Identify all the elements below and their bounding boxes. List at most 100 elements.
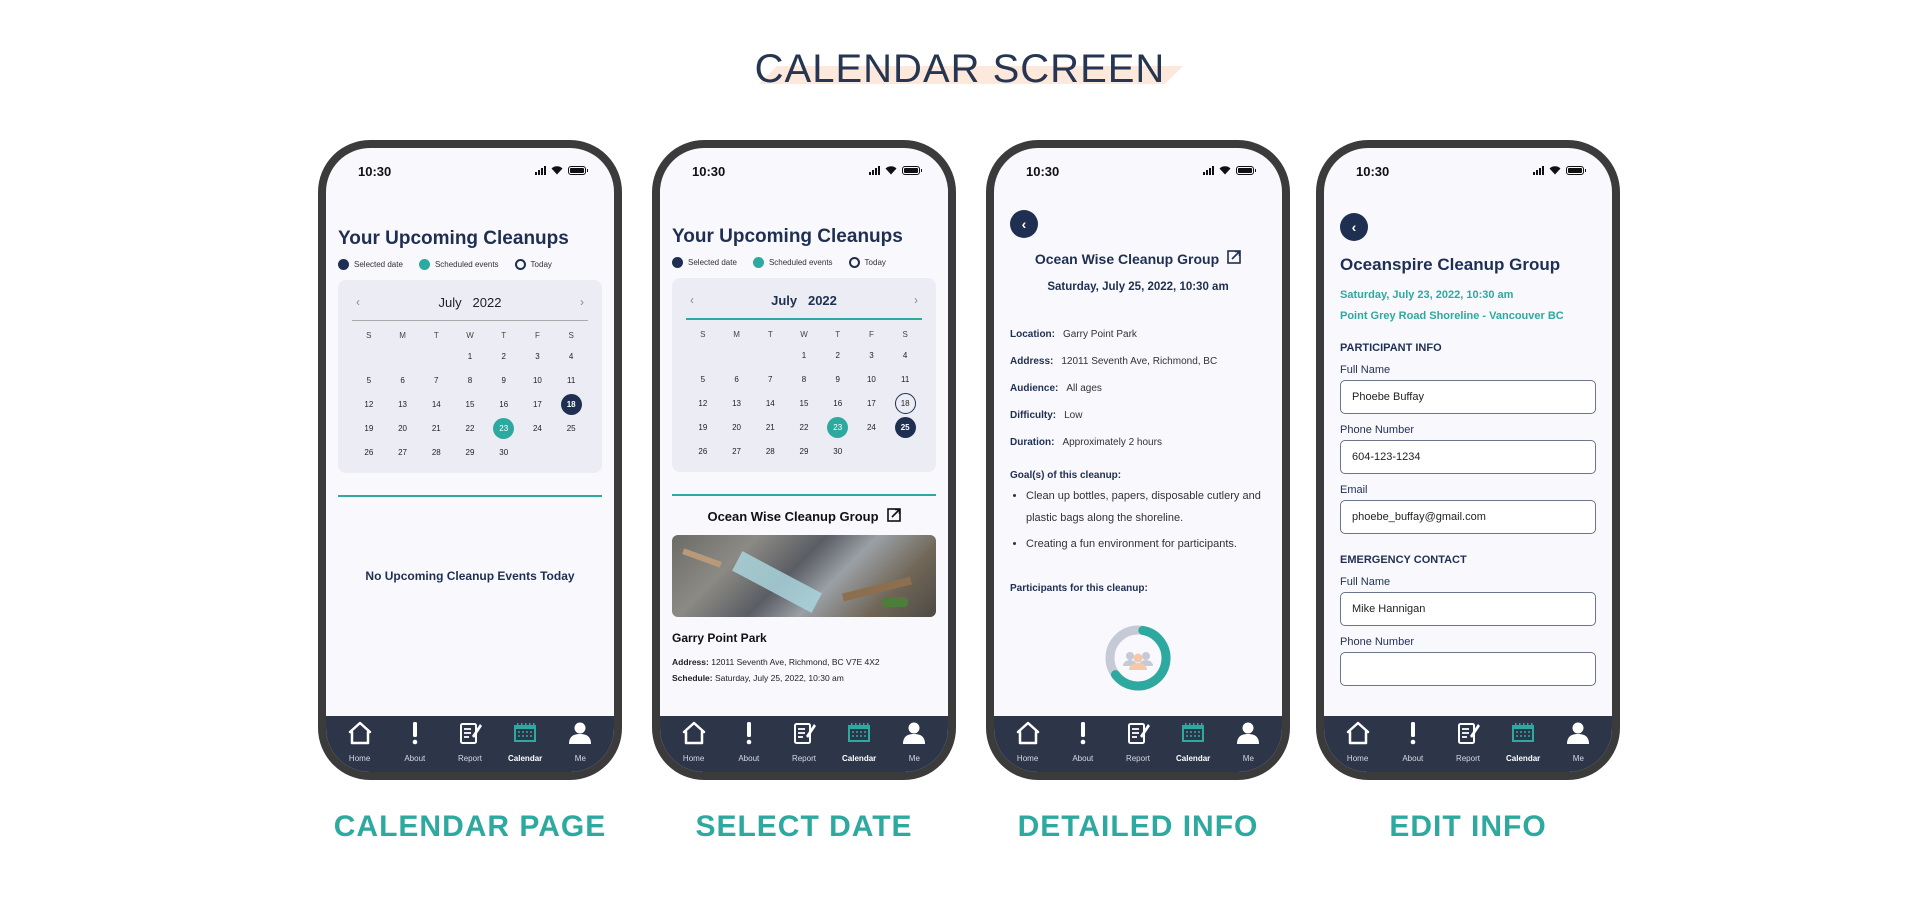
day-cell[interactable]: 6 bbox=[386, 369, 420, 391]
day-cell[interactable]: 2 bbox=[821, 344, 855, 366]
detailed-info-content: ‹ Ocean Wise Cleanup Group Saturday, Jul… bbox=[994, 188, 1282, 724]
day-cell[interactable]: 11 bbox=[888, 368, 922, 390]
day-cell[interactable]: 28 bbox=[419, 441, 453, 463]
day-cell[interactable]: 4 bbox=[554, 345, 588, 367]
day-cell[interactable]: 7 bbox=[753, 368, 787, 390]
home-icon bbox=[347, 720, 373, 751]
day-cell[interactable]: 28 bbox=[753, 440, 787, 462]
day-cell[interactable]: 6 bbox=[720, 368, 754, 390]
nav-item-home[interactable]: Home bbox=[669, 720, 719, 763]
back-button[interactable]: ‹ bbox=[1010, 210, 1038, 238]
nav-item-about[interactable]: About bbox=[1388, 720, 1438, 763]
nav-item-report[interactable]: Report bbox=[1113, 720, 1163, 763]
event-photo bbox=[672, 535, 936, 617]
day-cell[interactable]: 16 bbox=[487, 393, 521, 415]
day-cell[interactable]: 7 bbox=[419, 369, 453, 391]
nav-item-about[interactable]: About bbox=[724, 720, 774, 763]
day-cell[interactable]: 12 bbox=[352, 393, 386, 415]
participant-input-phone-number[interactable]: 604-123-1234 bbox=[1340, 440, 1596, 474]
nav-item-home[interactable]: Home bbox=[1003, 720, 1053, 763]
day-cell[interactable]: 29 bbox=[787, 440, 821, 462]
day-cell[interactable]: 22 bbox=[453, 417, 487, 439]
nav-item-report[interactable]: Report bbox=[779, 720, 829, 763]
nav-item-calendar[interactable]: Calendar bbox=[500, 720, 550, 763]
back-button[interactable]: ‹ bbox=[1340, 213, 1368, 241]
nav-item-me[interactable]: Me bbox=[889, 720, 939, 763]
nav-item-calendar[interactable]: Calendar bbox=[834, 720, 884, 763]
day-cell[interactable]: 5 bbox=[686, 368, 720, 390]
day-cell[interactable]: 21 bbox=[753, 416, 787, 438]
day-cell[interactable]: 24 bbox=[521, 417, 555, 439]
day-cell[interactable]: 1 bbox=[787, 344, 821, 366]
day-cell[interactable]: 8 bbox=[453, 369, 487, 391]
next-month-button[interactable]: › bbox=[914, 293, 918, 307]
day-cell[interactable]: 17 bbox=[521, 393, 555, 415]
day-cell[interactable]: 23 bbox=[821, 416, 855, 438]
day-cell[interactable]: 25 bbox=[888, 416, 922, 438]
nav-item-me[interactable]: Me bbox=[555, 720, 605, 763]
nav-item-calendar[interactable]: Calendar bbox=[1168, 720, 1218, 763]
nav-item-me[interactable]: Me bbox=[1223, 720, 1273, 763]
day-cell[interactable]: 9 bbox=[821, 368, 855, 390]
day-cell[interactable]: 19 bbox=[352, 417, 386, 439]
day-cell[interactable]: 14 bbox=[419, 393, 453, 415]
day-cell[interactable]: 4 bbox=[888, 344, 922, 366]
day-cell[interactable]: 14 bbox=[753, 392, 787, 414]
day-cell[interactable]: 15 bbox=[787, 392, 821, 414]
day-cell[interactable]: 26 bbox=[686, 440, 720, 462]
day-cell[interactable]: 5 bbox=[352, 369, 386, 391]
day-cell[interactable]: 10 bbox=[855, 368, 889, 390]
nav-item-home[interactable]: Home bbox=[335, 720, 385, 763]
day-cell[interactable]: 1 bbox=[453, 345, 487, 367]
day-cell[interactable]: 29 bbox=[453, 441, 487, 463]
day-cell[interactable]: 8 bbox=[787, 368, 821, 390]
event-group-link[interactable]: Ocean Wise Cleanup Group bbox=[672, 508, 936, 525]
day-cell[interactable]: 23 bbox=[487, 417, 521, 439]
day-cell[interactable]: 17 bbox=[855, 392, 889, 414]
day-cell[interactable]: 20 bbox=[386, 417, 420, 439]
day-number: 12 bbox=[698, 398, 708, 408]
emergency-input-full-name[interactable]: Mike Hannigan bbox=[1340, 592, 1596, 626]
nav-item-report[interactable]: Report bbox=[1443, 720, 1493, 763]
nav-item-calendar[interactable]: Calendar bbox=[1498, 720, 1548, 763]
nav-item-report[interactable]: Report bbox=[445, 720, 495, 763]
day-cell[interactable]: 27 bbox=[720, 440, 754, 462]
day-cell[interactable]: 15 bbox=[453, 393, 487, 415]
day-cell[interactable]: 21 bbox=[419, 417, 453, 439]
day-cell[interactable]: 25 bbox=[554, 417, 588, 439]
day-cell[interactable]: 24 bbox=[855, 416, 889, 438]
day-cell[interactable]: 27 bbox=[386, 441, 420, 463]
nav-item-about[interactable]: About bbox=[1058, 720, 1108, 763]
day-cell[interactable]: 30 bbox=[487, 441, 521, 463]
day-cell[interactable]: 12 bbox=[686, 392, 720, 414]
day-cell[interactable]: 10 bbox=[521, 369, 555, 391]
next-month-button[interactable]: › bbox=[580, 295, 584, 309]
nav-item-home[interactable]: Home bbox=[1333, 720, 1383, 763]
day-cell[interactable]: 19 bbox=[686, 416, 720, 438]
day-cell[interactable]: 20 bbox=[720, 416, 754, 438]
day-cell[interactable]: 13 bbox=[720, 392, 754, 414]
day-cell[interactable]: 3 bbox=[521, 345, 555, 367]
day-cell[interactable]: 13 bbox=[386, 393, 420, 415]
participant-input-email[interactable]: phoebe_buffay@gmail.com bbox=[1340, 500, 1596, 534]
prev-month-button[interactable]: ‹ bbox=[690, 293, 694, 307]
participant-input-full-name[interactable]: Phoebe Buffay bbox=[1340, 380, 1596, 414]
emergency-input-phone-number[interactable] bbox=[1340, 652, 1596, 686]
day-cell[interactable]: 18 bbox=[888, 392, 922, 414]
day-cell[interactable]: 18 bbox=[554, 393, 588, 415]
bottom-nav: Home About Report Calendar Me bbox=[994, 716, 1282, 772]
day-cell[interactable]: 11 bbox=[554, 369, 588, 391]
event-group-link[interactable]: Ocean Wise Cleanup Group bbox=[1010, 250, 1266, 267]
nav-item-about[interactable]: About bbox=[390, 720, 440, 763]
day-cell[interactable]: 16 bbox=[821, 392, 855, 414]
day-cell[interactable]: 3 bbox=[855, 344, 889, 366]
status-icons bbox=[1203, 165, 1256, 175]
prev-month-button[interactable]: ‹ bbox=[356, 295, 360, 309]
day-cell[interactable]: 9 bbox=[487, 369, 521, 391]
day-cell[interactable]: 30 bbox=[821, 440, 855, 462]
nav-item-me[interactable]: Me bbox=[1553, 720, 1603, 763]
day-cell[interactable]: 22 bbox=[787, 416, 821, 438]
day-cell[interactable]: 26 bbox=[352, 441, 386, 463]
empty-cell bbox=[352, 345, 386, 367]
day-cell[interactable]: 2 bbox=[487, 345, 521, 367]
